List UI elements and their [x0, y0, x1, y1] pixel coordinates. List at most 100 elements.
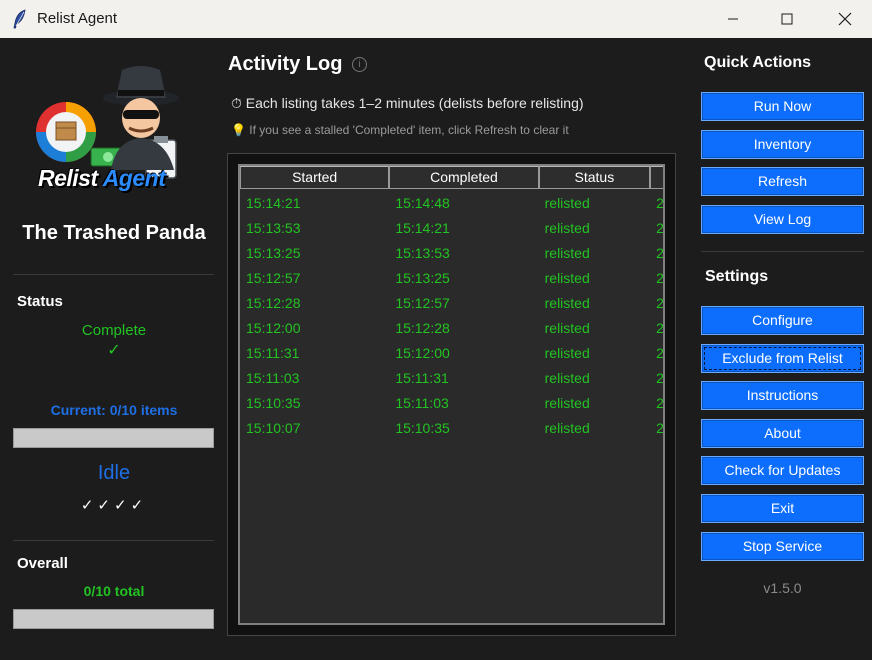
status-cell: relisted	[544, 319, 590, 336]
check-for-updates-button[interactable]: Check for Updates	[701, 456, 864, 486]
completed-cell: 15:13:25	[395, 269, 450, 286]
logo-wordmark: Relist Agent	[38, 165, 166, 192]
started-cell: 15:11:03	[246, 369, 300, 386]
completion-ticks: ✓✓✓✓	[80, 497, 148, 514]
minimize-button[interactable]	[710, 0, 756, 38]
exit-button[interactable]: Exit	[701, 494, 864, 523]
status-cell: relisted	[544, 419, 590, 436]
title-bar: Relist Agent	[0, 0, 872, 38]
refresh-tip-note: 💡 If you see a stalled 'Completed' item,…	[231, 123, 569, 137]
started-cell: 15:13:53	[246, 219, 301, 236]
status-label: Status	[17, 293, 63, 310]
table-row[interactable]: 15:12:28 15:12:57 relisted 2	[240, 290, 664, 315]
run-now-button[interactable]: Run Now	[701, 92, 864, 121]
extra-cell: 2	[656, 294, 664, 311]
listing-duration-note: ⏱ Each listing takes 1–2 minutes (delist…	[231, 95, 584, 111]
column-header[interactable]: Completed	[389, 166, 539, 189]
table-row[interactable]: 15:14:21 15:14:48 relisted 2	[240, 190, 664, 215]
extra-cell: 2	[656, 344, 664, 361]
column-header[interactable]	[650, 166, 663, 189]
activity-log-table[interactable]: Started Completed Status 15:14:21 15:14:48 r…	[238, 164, 665, 625]
started-cell: 15:12:57	[246, 269, 301, 286]
table-row[interactable]: 15:13:53 15:14:21 relisted 2	[240, 215, 664, 240]
stop-service-button[interactable]: Stop Service	[701, 531, 864, 561]
table-row[interactable]: 15:10:35 15:11:03 relisted 2	[240, 390, 663, 415]
quick-actions-title: Quick Actions	[704, 54, 811, 71]
current-items-text: Current: 0/10 items	[50, 402, 178, 418]
logo-word-relist: Relist	[38, 165, 98, 191]
table-row[interactable]: 15:11:31 15:12:00 relisted 2	[240, 340, 664, 365]
extra-cell: 2	[656, 319, 664, 336]
table-row[interactable]: 15:11:03 15:11:31 relisted 2	[240, 365, 664, 390]
activity-log-title: Activity Log	[228, 53, 343, 75]
table-header: Started Completed Status	[240, 166, 663, 189]
status-value: Complete	[81, 322, 147, 339]
started-cell: 15:12:00	[246, 319, 301, 336]
table-row[interactable]: 15:12:00 15:12:28 relisted 2	[240, 315, 664, 340]
extra-cell: 2	[656, 269, 664, 286]
configure-button[interactable]: Configure	[701, 306, 864, 335]
extra-cell: 2	[656, 419, 664, 436]
table-row[interactable]: 15:10:07 15:10:35 relisted 2	[240, 415, 664, 440]
store-name: The Trashed Panda	[22, 222, 206, 244]
column-header[interactable]: Started	[240, 166, 390, 189]
divider	[13, 540, 214, 541]
feather-icon	[13, 9, 26, 29]
status-cell: relisted	[544, 294, 590, 311]
close-icon	[838, 12, 852, 26]
overall-total-text: 0/10 total	[83, 583, 145, 599]
divider	[701, 251, 864, 252]
completed-cell: 15:13:53	[395, 244, 450, 261]
started-cell: 15:14:21	[246, 194, 301, 211]
exclude-from-relist-button[interactable]: Exclude from Relist	[701, 343, 864, 373]
started-cell: 15:10:07	[246, 419, 301, 436]
status-sidebar: Relist Agent The Trashed Panda Status Co…	[0, 38, 228, 660]
column-header[interactable]: Status	[538, 166, 651, 189]
completed-cell: 15:12:00	[395, 344, 450, 361]
started-cell: 15:11:31	[246, 344, 300, 361]
status-cell: relisted	[544, 194, 590, 211]
extra-cell: 2	[656, 194, 664, 211]
completed-cell: 15:11:31	[395, 369, 449, 386]
status-cell: relisted	[544, 269, 590, 286]
started-cell: 15:13:25	[246, 244, 301, 261]
maximize-button[interactable]	[764, 0, 810, 38]
started-cell: 15:10:35	[246, 394, 301, 411]
completed-cell: 15:12:57	[395, 294, 450, 311]
about-button[interactable]: About	[701, 418, 864, 448]
close-button[interactable]	[822, 0, 868, 38]
table-body: 15:14:21 15:14:48 relisted 2 15:13:53 15:14:2…	[240, 190, 664, 440]
status-check-icon: ✓	[107, 342, 121, 359]
divider	[13, 274, 214, 275]
current-progress-bar	[13, 428, 214, 448]
status-cell: relisted	[544, 369, 590, 386]
completed-cell: 15:10:35	[395, 419, 450, 436]
relist-agent-logo	[36, 66, 179, 179]
completed-cell: 15:14:48	[395, 194, 450, 211]
app-window: Relist Agent Relist Agent The Trashed Pa…	[0, 0, 872, 660]
status-cell: relisted	[544, 219, 590, 236]
status-cell: relisted	[544, 244, 590, 261]
status-cell: relisted	[544, 344, 590, 361]
refresh-button[interactable]: Refresh	[701, 167, 864, 197]
completed-cell: 15:12:28	[395, 319, 450, 336]
extra-cell: 2	[656, 244, 664, 261]
completed-cell: 15:14:21	[395, 219, 450, 236]
table-row[interactable]: 15:12:57 15:13:25 relisted 2	[240, 265, 664, 290]
overall-progress-bar	[13, 609, 214, 629]
version-label: v1.5.0	[763, 580, 802, 596]
overall-label: Overall	[17, 555, 68, 572]
table-row[interactable]: 15:13:25 15:13:53 relisted 2	[240, 240, 664, 265]
instructions-button[interactable]: Instructions	[701, 381, 864, 411]
extra-cell: 2	[656, 369, 664, 386]
extra-cell: 2	[656, 219, 664, 236]
settings-title: Settings	[705, 268, 769, 285]
view-log-button[interactable]: View Log	[701, 204, 864, 234]
maximize-icon	[781, 13, 793, 25]
started-cell: 15:12:28	[246, 294, 301, 311]
inventory-button[interactable]: Inventory	[701, 129, 864, 159]
info-icon[interactable]: i	[352, 57, 367, 72]
completed-cell: 15:11:03	[395, 394, 449, 411]
window-title: Relist Agent	[37, 10, 118, 27]
minimize-icon	[728, 18, 738, 20]
